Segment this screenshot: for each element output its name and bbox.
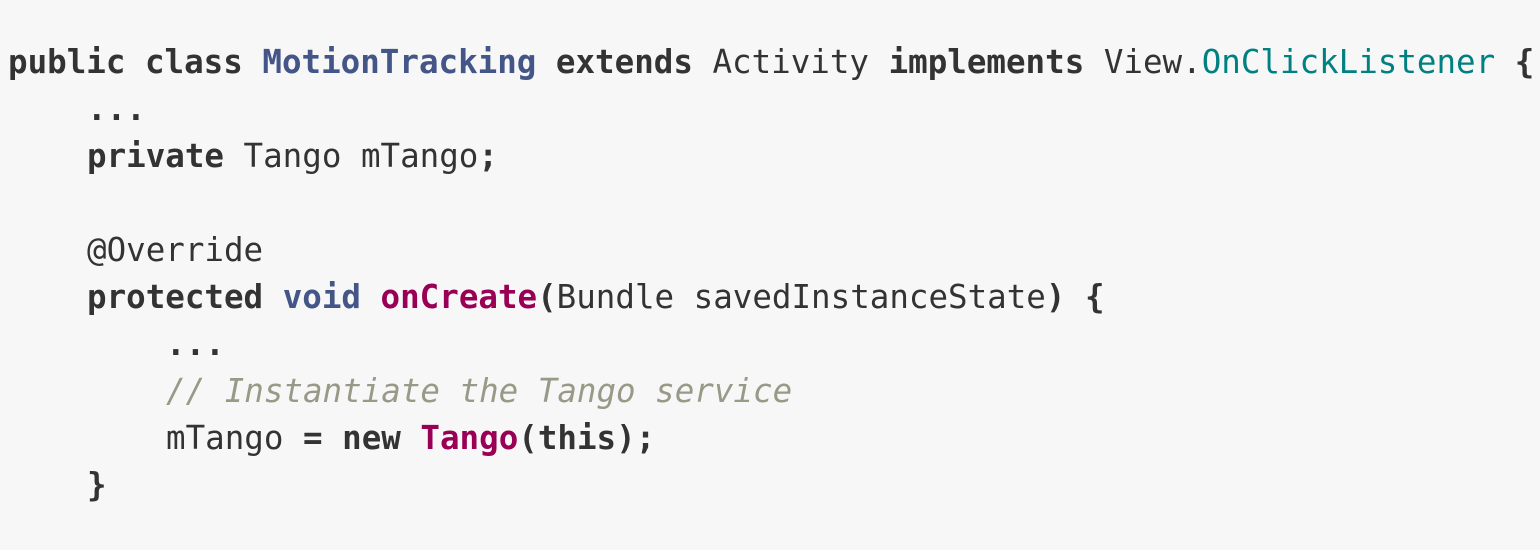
keyword-void: void [282,278,361,316]
open-brace: { [1514,43,1535,81]
keyword-public: public [8,43,126,81]
assign-operator: = [302,419,323,457]
field-name: mTango [360,137,479,175]
keyword-private: private [87,137,224,175]
code-line-field: private Tango mTango; [0,133,1540,180]
method-name: onCreate [380,278,538,316]
code-line-close-brace: } [0,462,1540,509]
code-block: public class MotionTracking extends Acti… [0,0,1540,550]
code-line-ellipsis: ... [0,321,1540,368]
code-line-comment: // Instantiate the Tango service [0,368,1540,415]
ellipsis: ... [166,325,225,363]
close-paren: ) [1045,278,1066,316]
constructor-name: Tango [420,419,519,457]
variable-name: mTango [166,419,284,457]
interface-name: OnClickListener [1201,43,1496,81]
close-paren: ) [616,419,636,457]
code-line-ellipsis: ... [0,86,1540,133]
open-paren: ( [537,278,557,316]
interface-prefix: View. [1103,43,1202,81]
semicolon: ; [478,137,498,175]
param-name: savedInstanceState [693,278,1046,316]
keyword-class: class [144,43,243,81]
keyword-implements: implements [888,43,1085,81]
keyword-protected: protected [87,278,264,316]
open-paren: ( [518,419,538,457]
code-line-annotation: @Override [0,227,1540,274]
annotation: @Override [87,231,264,269]
code-line-instantiation: mTango = new Tango(this); [0,415,1540,462]
code-line-class-declaration: public class MotionTracking extends Acti… [0,39,1540,86]
keyword-extends: extends [555,43,693,81]
ellipsis: ... [87,90,146,128]
keyword-new: new [342,419,401,457]
open-brace: { [1085,278,1105,316]
close-brace: } [87,466,107,504]
keyword-this: this [537,419,617,457]
field-type: Tango [243,137,342,175]
class-name: MotionTracking [262,43,537,81]
param-type: Bundle [556,278,675,316]
comment: // Instantiate the Tango service [166,372,793,410]
semicolon: ; [635,419,656,457]
parent-class: Activity [712,43,870,81]
code-line-method-signature: protected void onCreate(Bundle savedInst… [0,274,1540,321]
